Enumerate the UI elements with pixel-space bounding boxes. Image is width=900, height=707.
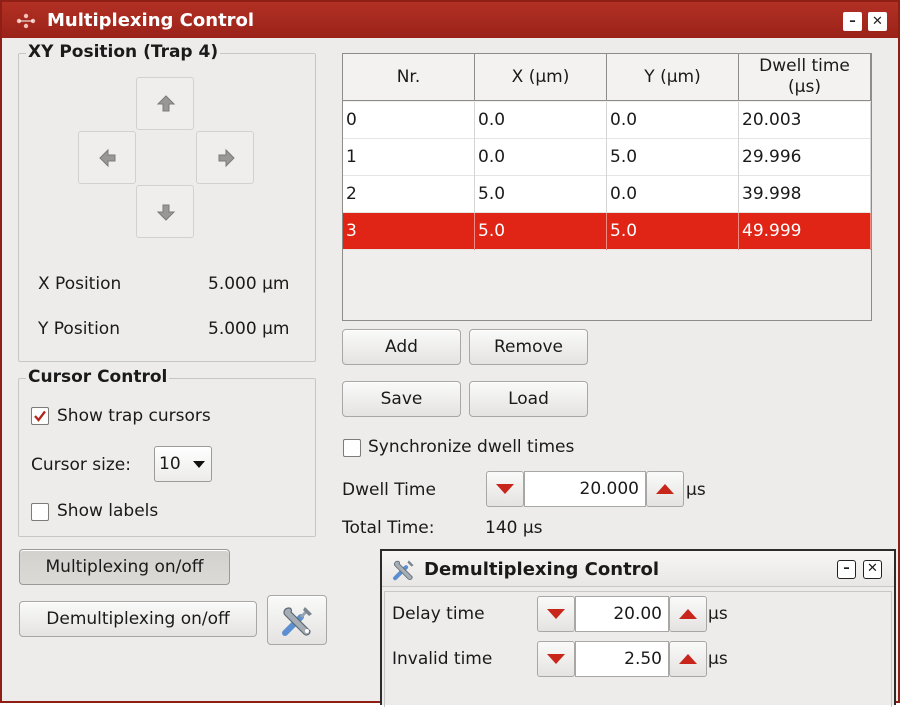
table-cell: 0 (343, 102, 475, 139)
synchronize-dwell-label: Synchronize dwell times (368, 437, 575, 457)
cursor-size-select[interactable]: 10 (154, 446, 212, 482)
triangle-up-icon (679, 654, 697, 664)
dwell-increment-button[interactable] (646, 471, 684, 507)
column-header-x[interactable]: X (µm) (475, 54, 607, 101)
load-button[interactable]: Load (469, 381, 588, 417)
table-cell: 5.0 (475, 176, 607, 213)
demux-close-button[interactable]: ✕ (863, 560, 882, 579)
demux-title-bar[interactable]: Demultiplexing Control – ✕ (382, 551, 894, 587)
move-up-button[interactable] (136, 77, 194, 130)
table-cell: 49.999 (739, 213, 871, 250)
delay-time-input[interactable]: 20.00 (575, 596, 669, 632)
invalid-increment-button[interactable] (669, 641, 707, 677)
move-down-button[interactable] (136, 185, 194, 238)
table-cell: 1 (343, 139, 475, 176)
column-header-nr[interactable]: Nr. (343, 54, 475, 101)
invalid-decrement-button[interactable] (537, 641, 575, 677)
dwell-decrement-button[interactable] (486, 471, 524, 507)
total-time-value: 140 µs (485, 518, 543, 538)
table-cell: 0.0 (475, 139, 607, 176)
multiplexing-toggle-button[interactable]: Multiplexing on/off (19, 549, 230, 585)
multiplexing-control-window: Multiplexing Control – ✕ XY Position (Tr… (0, 0, 900, 707)
y-position-value: 5.000 µm (208, 319, 290, 339)
x-position-value: 5.000 µm (208, 274, 290, 294)
table-cell: 0.0 (607, 176, 739, 213)
table-cell: 3 (343, 213, 475, 250)
triangle-down-icon (496, 484, 514, 494)
move-left-button[interactable] (78, 131, 136, 184)
tools-icon (393, 560, 414, 581)
dwell-time-input[interactable]: 20.000 (524, 471, 646, 507)
show-trap-cursors-label: Show trap cursors (57, 406, 211, 426)
tools-icon (282, 607, 312, 636)
invalid-time-unit: µs (708, 649, 728, 669)
table-cell: 39.998 (739, 176, 871, 213)
multiplexing-app-icon (16, 13, 36, 29)
synchronize-dwell-checkbox[interactable] (343, 439, 361, 457)
table-cell: 5.0 (607, 213, 739, 250)
invalid-time-label: Invalid time (392, 649, 493, 669)
remove-button[interactable]: Remove (469, 329, 588, 365)
delay-time-label: Delay time (392, 604, 485, 624)
demux-minimize-button[interactable]: – (837, 560, 856, 579)
table-row[interactable]: 1 0.0 5.0 29.996 (343, 139, 871, 176)
delay-time-unit: µs (708, 604, 728, 624)
y-position-label: Y Position (38, 319, 120, 339)
save-button[interactable]: Save (342, 381, 461, 417)
total-time-label: Total Time: (342, 518, 435, 538)
arrow-left-icon (99, 148, 116, 168)
close-button[interactable]: ✕ (868, 12, 887, 31)
dwell-time-label: Dwell Time (342, 480, 436, 500)
triangle-down-icon (547, 654, 565, 664)
table-cell: 2 (343, 176, 475, 213)
arrow-up-icon (156, 95, 176, 112)
show-labels-label: Show labels (57, 501, 159, 521)
table-row-selected[interactable]: 3 5.0 5.0 49.999 (343, 213, 871, 250)
table-row[interactable]: 2 5.0 0.0 39.998 (343, 176, 871, 213)
cursor-size-value: 10 (159, 454, 181, 474)
triangle-up-icon (656, 484, 674, 494)
cursor-size-label: Cursor size: (31, 455, 131, 475)
table-cell: 29.996 (739, 139, 871, 176)
demux-window-title: Demultiplexing Control (424, 559, 660, 580)
demultiplexing-toggle-button[interactable]: Demultiplexing on/off (19, 601, 257, 637)
cursor-control-title: Cursor Control (26, 367, 170, 387)
column-header-dwell-time[interactable]: Dwell time (µs) (739, 54, 871, 101)
demultiplexing-control-window: Demultiplexing Control – ✕ Delay time 20… (380, 549, 896, 707)
column-header-y[interactable]: Y (µm) (607, 54, 739, 101)
window-title: Multiplexing Control (47, 10, 255, 31)
triangle-up-icon (679, 609, 697, 619)
table-cell: 0.0 (607, 102, 739, 139)
title-bar[interactable]: Multiplexing Control – ✕ (2, 2, 898, 38)
dwell-time-unit: µs (686, 480, 706, 500)
show-trap-cursors-checkbox[interactable] (31, 407, 49, 425)
minimize-button[interactable]: – (843, 12, 862, 31)
table-cell: 5.0 (607, 139, 739, 176)
table-row[interactable]: 0 0.0 0.0 20.003 (343, 102, 871, 139)
checkmark-icon (34, 410, 46, 422)
delay-increment-button[interactable] (669, 596, 707, 632)
delay-decrement-button[interactable] (537, 596, 575, 632)
x-position-label: X Position (38, 274, 122, 294)
move-right-button[interactable] (196, 131, 254, 184)
chevron-down-icon (193, 461, 205, 468)
trap-table[interactable]: Nr. X (µm) Y (µm) Dwell time (µs) 0 0.0 … (342, 53, 872, 321)
triangle-down-icon (547, 609, 565, 619)
table-cell: 5.0 (475, 213, 607, 250)
xy-position-title: XY Position (Trap 4) (26, 42, 221, 62)
show-labels-checkbox[interactable] (31, 503, 49, 521)
invalid-time-input[interactable]: 2.50 (575, 641, 669, 677)
arrow-down-icon (156, 204, 176, 221)
add-button[interactable]: Add (342, 329, 461, 365)
arrow-right-icon (218, 148, 235, 168)
table-cell: 0.0 (475, 102, 607, 139)
tools-button[interactable] (267, 595, 327, 645)
table-cell: 20.003 (739, 102, 871, 139)
